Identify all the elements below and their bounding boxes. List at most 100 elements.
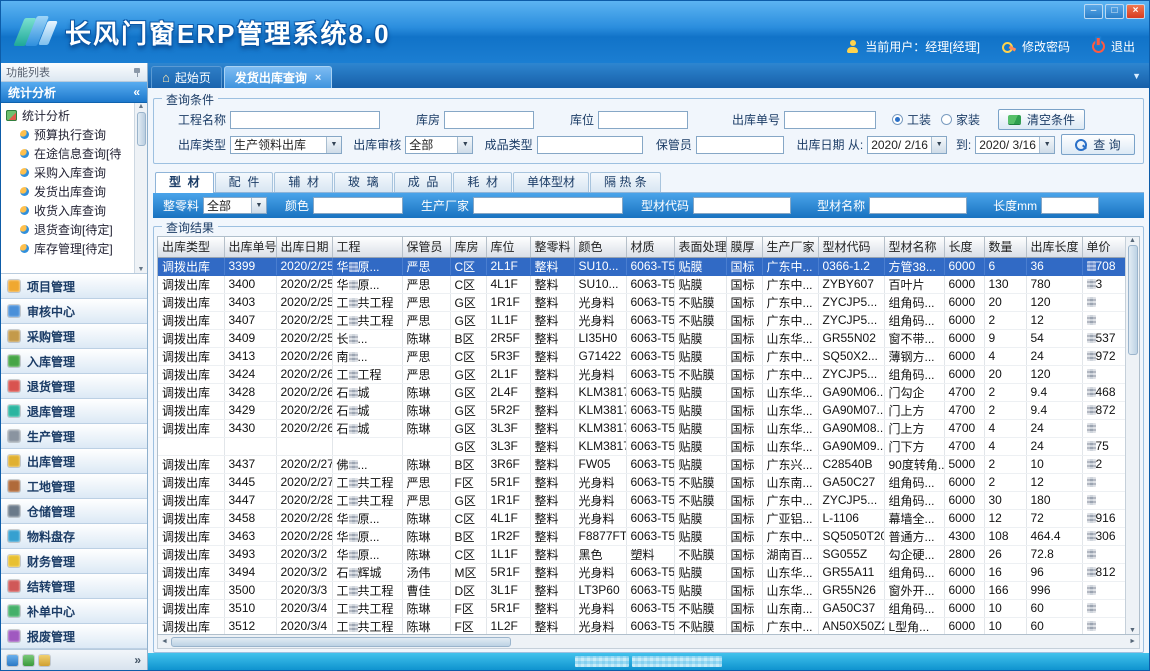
clear-conditions-button[interactable]: 清空条件 xyxy=(998,109,1085,130)
warehouse-input[interactable] xyxy=(444,111,534,129)
close-button[interactable]: × xyxy=(1126,4,1145,19)
material-tab[interactable]: 玻 璃 xyxy=(334,172,393,192)
scroll-thumb[interactable] xyxy=(137,112,146,146)
date-from-picker[interactable]: 2020/ 2/16 ▼ xyxy=(867,136,947,154)
monitor-icon[interactable] xyxy=(7,655,18,666)
tab-list-dropdown-icon[interactable]: ▼ xyxy=(1132,71,1141,81)
table-row[interactable]: 调拨出库35102020/3/4工共工程陈琳F区5R1F整料光身料6063-T5… xyxy=(158,599,1125,617)
material-tab[interactable]: 耗 材 xyxy=(453,172,512,192)
tab-home[interactable]: ⌂ 起始页 xyxy=(151,66,222,88)
tree-item[interactable]: 采购入库查询 xyxy=(6,163,132,182)
column-header[interactable]: 型材代码 xyxy=(818,237,884,257)
logout-link[interactable]: 退出 xyxy=(1111,38,1135,55)
column-header[interactable]: 库位 xyxy=(486,237,530,257)
tab-shipping-query[interactable]: 发货出库查询 × xyxy=(224,66,332,88)
scroll-thumb[interactable] xyxy=(1128,245,1138,355)
table-row[interactable]: 调拨出库34282020/2/26石城陈琳G区2L4F整料KLM38176063… xyxy=(158,383,1125,401)
audit-select[interactable]: 全部 ▼ xyxy=(405,136,473,154)
tab-close-icon[interactable]: × xyxy=(315,72,321,84)
collapse-icon[interactable]: « xyxy=(133,85,140,99)
column-header[interactable]: 数量 xyxy=(984,237,1026,257)
profile-name-input[interactable] xyxy=(869,197,967,214)
tree-root-item[interactable]: 统计分析 xyxy=(6,106,132,125)
tools-icon[interactable] xyxy=(39,655,50,666)
tree-item[interactable]: 收货入库查询 xyxy=(6,201,132,220)
tree-scrollbar[interactable]: ▲ ▼ xyxy=(134,103,147,273)
tree-item[interactable]: 在途信息查询[待 xyxy=(6,144,132,163)
search-button[interactable]: 查 询 xyxy=(1061,134,1135,155)
column-header[interactable]: 整零料 xyxy=(530,237,574,257)
scroll-up-icon[interactable]: ▲ xyxy=(138,103,145,110)
maximize-button[interactable]: □ xyxy=(1105,4,1124,19)
column-header[interactable]: 单价 xyxy=(1082,237,1125,257)
table-row[interactable]: 调拨出库33992020/2/25华原...严思C区2L1F整料SU10...6… xyxy=(158,257,1125,275)
table-row[interactable]: 调拨出库34942020/3/2石辉城汤伟M区5R1F整料光身料6063-T5贴… xyxy=(158,563,1125,581)
column-header[interactable]: 表面处理 xyxy=(674,237,726,257)
order-no-input[interactable] xyxy=(784,111,876,129)
column-header[interactable]: 型材名称 xyxy=(884,237,944,257)
sidebar-module-item[interactable]: 生产管理 xyxy=(1,424,147,449)
sidebar-module-item[interactable]: 物料盘存 xyxy=(1,524,147,549)
product-type-input[interactable] xyxy=(537,136,643,154)
column-header[interactable]: 保管员 xyxy=(402,237,450,257)
table-row[interactable]: 调拨出库34132020/2/26南...严思C区5R3F整料G71422606… xyxy=(158,347,1125,365)
column-header[interactable]: 颜色 xyxy=(574,237,626,257)
table-row[interactable]: 调拨出库34092020/2/25长...陈琳B区2R5F整料LI35H0606… xyxy=(158,329,1125,347)
whole-piece-select[interactable]: 全部 ▼ xyxy=(203,197,267,214)
stats-section-header[interactable]: 统计分析 « xyxy=(1,82,147,103)
material-tab[interactable]: 配 件 xyxy=(215,172,274,192)
sidebar-module-item[interactable]: 退货管理 xyxy=(1,374,147,399)
sidebar-module-item[interactable]: 出库管理 xyxy=(1,449,147,474)
column-header[interactable]: 工程 xyxy=(332,237,402,257)
project-name-input[interactable] xyxy=(230,111,380,129)
location-input[interactable] xyxy=(598,111,688,129)
pin-icon[interactable] xyxy=(132,67,142,77)
column-header[interactable]: 库房 xyxy=(450,237,486,257)
sidebar-module-item[interactable]: 工地管理 xyxy=(1,474,147,499)
scroll-thumb[interactable] xyxy=(171,637,511,647)
sidebar-module-item[interactable]: 结转管理 xyxy=(1,574,147,599)
radio-workwear[interactable]: 工装 xyxy=(892,111,931,128)
material-tab[interactable]: 型 材 xyxy=(155,172,214,193)
tree-item[interactable]: 退货查询[待定] xyxy=(6,220,132,239)
column-header[interactable]: 出库日期 xyxy=(276,237,332,257)
scroll-right-icon[interactable]: ► xyxy=(1129,638,1136,645)
expand-icon[interactable]: » xyxy=(134,653,141,667)
tree-item[interactable]: 预算执行查询 xyxy=(6,125,132,144)
sidebar-module-item[interactable]: 退库管理 xyxy=(1,399,147,424)
table-row[interactable]: 调拨出库35002020/3/3工共工程曹佳D区3L1F整料LT3P606063… xyxy=(158,581,1125,599)
table-row[interactable]: G区3L3F整料KLM38176063-T5贴膜国标山东华...GA90M09.… xyxy=(158,437,1125,455)
sidebar-module-item[interactable]: 采购管理 xyxy=(1,324,147,349)
manufacturer-input[interactable] xyxy=(473,197,623,214)
sidebar-module-item[interactable]: 补单中心 xyxy=(1,599,147,624)
radio-homewear[interactable]: 家装 xyxy=(941,111,980,128)
out-type-select[interactable]: 生产领料出库 ▼ xyxy=(230,136,342,154)
sidebar-module-item[interactable]: 项目管理 xyxy=(1,274,147,299)
column-header[interactable]: 出库单号 xyxy=(224,237,276,257)
profile-code-input[interactable] xyxy=(693,197,791,214)
tree-item[interactable]: 库存管理[待定] xyxy=(6,239,132,258)
table-row[interactable]: 调拨出库34372020/2/27佛...陈琳B区3R6F整料FW056063-… xyxy=(158,455,1125,473)
column-header[interactable]: 出库长度 xyxy=(1026,237,1082,257)
table-row[interactable]: 调拨出库34302020/2/26石城陈琳G区3L3F整料KLM38176063… xyxy=(158,419,1125,437)
column-header[interactable]: 材质 xyxy=(626,237,674,257)
scroll-left-icon[interactable]: ◄ xyxy=(161,638,168,645)
table-row[interactable]: 调拨出库34032020/2/25工共工程严思G区1R1F整料光身料6063-T… xyxy=(158,293,1125,311)
tree-item[interactable]: 发货出库查询 xyxy=(6,182,132,201)
table-row[interactable]: 调拨出库34242020/2/26工工程严思G区2L1F整料光身料6063-T5… xyxy=(158,365,1125,383)
table-vertical-scrollbar[interactable]: ▲ ▼ xyxy=(1125,237,1139,634)
scroll-down-icon[interactable]: ▼ xyxy=(138,266,145,273)
material-tab[interactable]: 成 品 xyxy=(394,172,453,192)
table-row[interactable]: 调拨出库34932020/3/2华原...陈琳C区1L1F整料黑色塑料不贴膜国标… xyxy=(158,545,1125,563)
table-row[interactable]: 调拨出库34472020/2/28工共工程严思G区1R1F整料光身料6063-T… xyxy=(158,491,1125,509)
table-horizontal-scrollbar[interactable]: ◄ ► xyxy=(157,635,1140,649)
keeper-input[interactable] xyxy=(696,136,784,154)
table-row[interactable]: 调拨出库34632020/2/28华原...陈琳B区1R2F整料F8877FT6… xyxy=(158,527,1125,545)
column-header[interactable]: 出库类型 xyxy=(158,237,224,257)
minimize-button[interactable]: – xyxy=(1084,4,1103,19)
column-header[interactable]: 膜厚 xyxy=(726,237,762,257)
date-to-picker[interactable]: 2020/ 3/16 ▼ xyxy=(975,136,1055,154)
sidebar-module-item[interactable]: 报废管理 xyxy=(1,624,147,649)
material-tab[interactable]: 辅 材 xyxy=(274,172,333,192)
sidebar-module-item[interactable]: 审核中心 xyxy=(1,299,147,324)
